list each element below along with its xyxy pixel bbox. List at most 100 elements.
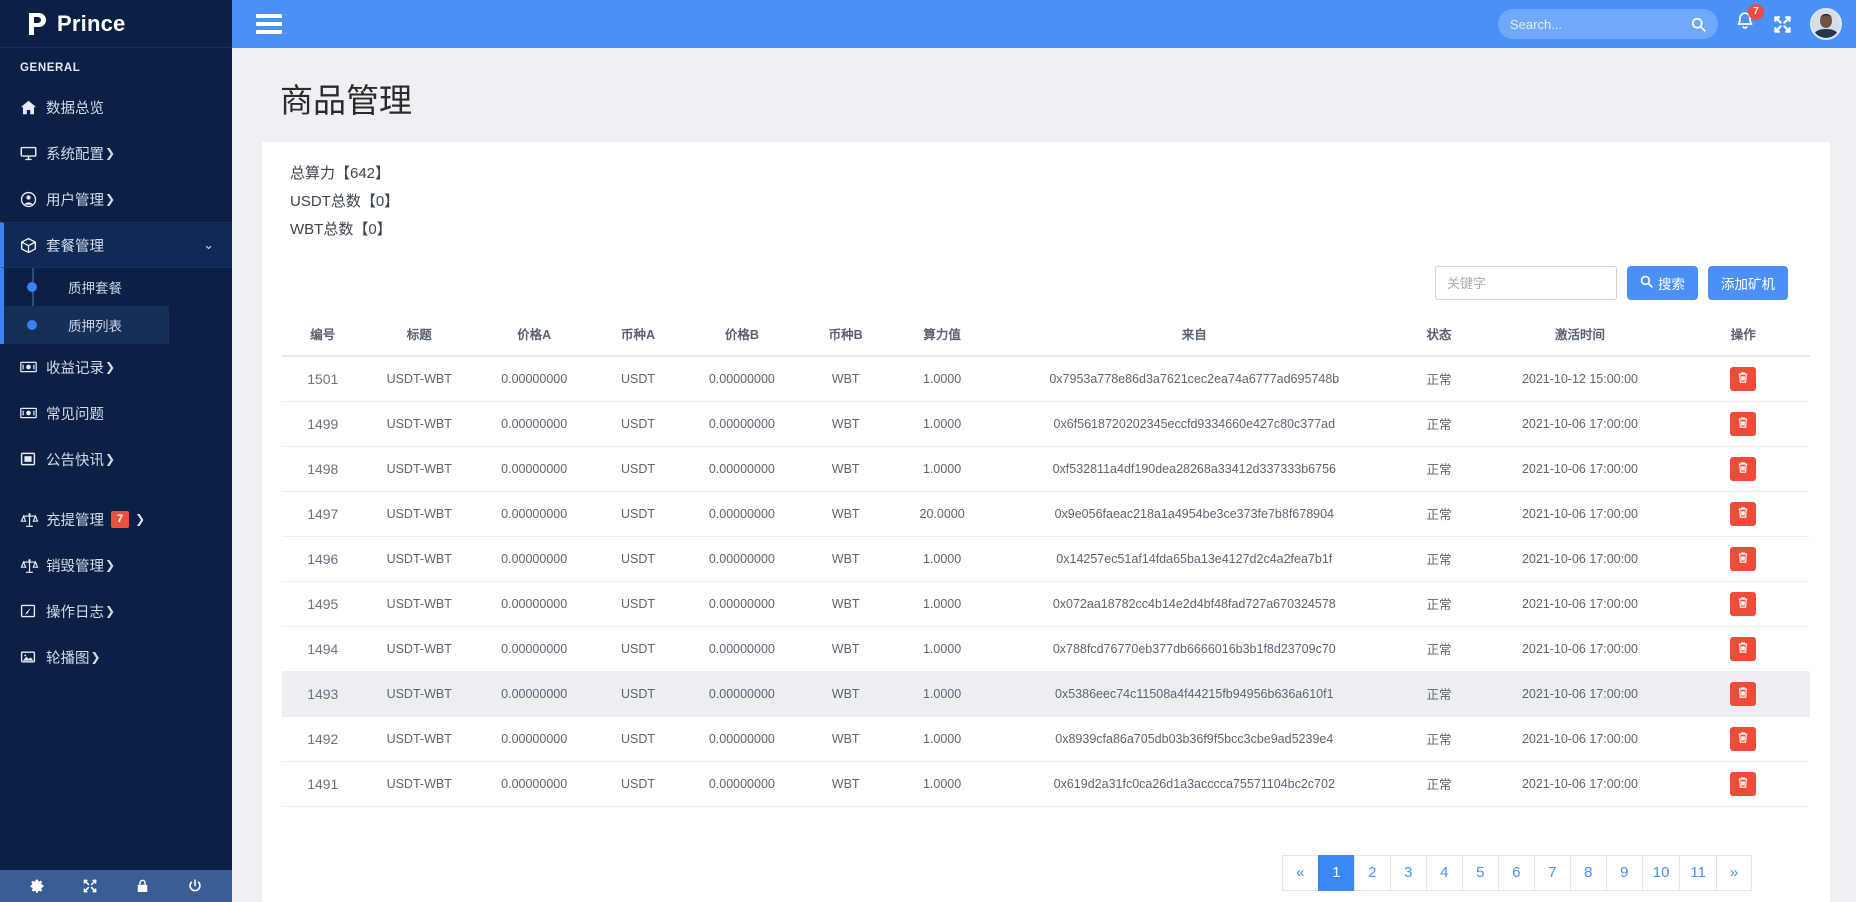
cell-status: 正常 [1395, 761, 1484, 806]
pagination-page-6[interactable]: 6 [1498, 855, 1534, 891]
sidebar-item-faq[interactable]: 常见问题 [0, 390, 232, 436]
table-row[interactable]: 1491 USDT-WBT 0.00000000 USDT 0.00000000… [282, 761, 1810, 806]
trash-icon [1737, 776, 1749, 792]
table-row[interactable]: 1495 USDT-WBT 0.00000000 USDT 0.00000000… [282, 581, 1810, 626]
square-icon [20, 451, 46, 467]
sidebar-subitem-label: 质押套餐 [68, 277, 122, 297]
notifications-button[interactable]: 7 [1735, 11, 1755, 37]
cell-coin-a: USDT [594, 716, 683, 761]
cell-coin-a: USDT [594, 356, 683, 401]
user-circle-icon [20, 191, 46, 208]
delete-row-button[interactable] [1730, 682, 1756, 706]
expand-icon[interactable] [82, 878, 98, 894]
sidebar-subitem-pledge-list[interactable]: 质押列表 [4, 306, 169, 344]
add-miner-button[interactable]: 添加矿机 [1708, 266, 1788, 300]
sidebar-item-user-management[interactable]: 用户管理 ❯ [0, 176, 232, 222]
pagination-page-8[interactable]: 8 [1570, 855, 1606, 891]
cell-hashrate: 1.0000 [890, 401, 994, 446]
pagination-page-10[interactable]: 10 [1642, 855, 1680, 891]
sidebar-item-announcements[interactable]: 公告快讯 ❯ [0, 436, 232, 482]
cell-price-a: 0.00000000 [475, 716, 594, 761]
sidebar-item-dashboard[interactable]: 数据总览 [0, 84, 232, 130]
image-icon [20, 649, 46, 665]
pagination-page-9[interactable]: 9 [1606, 855, 1642, 891]
cell-coin-b: WBT [801, 761, 890, 806]
delete-row-button[interactable] [1730, 772, 1756, 796]
pagination-prev[interactable]: « [1282, 855, 1318, 891]
table-row[interactable]: 1493 USDT-WBT 0.00000000 USDT 0.00000000… [282, 671, 1810, 716]
cell-coin-b: WBT [801, 581, 890, 626]
delete-row-button[interactable] [1730, 457, 1756, 481]
cell-operation [1676, 401, 1810, 446]
pagination-page-11[interactable]: 11 [1679, 855, 1716, 891]
fullscreen-expand-icon[interactable] [1772, 14, 1793, 35]
cell-id: 1497 [282, 491, 364, 536]
cell-activated: 2021-10-06 17:00:00 [1484, 536, 1677, 581]
delete-row-button[interactable] [1730, 502, 1756, 526]
sidebar-item-package-management[interactable]: 套餐管理 ⌄ [0, 222, 232, 268]
sidebar-item-destroy-management[interactable]: 销毁管理 ❯ [0, 542, 232, 588]
gear-icon[interactable] [29, 878, 45, 894]
pagination-page-3[interactable]: 3 [1390, 855, 1426, 891]
table-row[interactable]: 1492 USDT-WBT 0.00000000 USDT 0.00000000… [282, 716, 1810, 761]
table-row[interactable]: 1499 USDT-WBT 0.00000000 USDT 0.00000000… [282, 401, 1810, 446]
lock-icon[interactable] [135, 878, 150, 894]
cell-id: 1498 [282, 446, 364, 491]
pagination-page-7[interactable]: 7 [1534, 855, 1570, 891]
cell-coin-b: WBT [801, 536, 890, 581]
cell-hashrate: 20.0000 [890, 491, 994, 536]
table-row[interactable]: 1501 USDT-WBT 0.00000000 USDT 0.00000000… [282, 356, 1810, 401]
trash-icon [1737, 416, 1749, 432]
keyword-input[interactable] [1435, 266, 1617, 300]
cell-status: 正常 [1395, 716, 1484, 761]
hamburger-icon[interactable] [256, 14, 282, 34]
sidebar-subitem-pledge-package[interactable]: 质押套餐 [4, 268, 232, 306]
table-row[interactable]: 1496 USDT-WBT 0.00000000 USDT 0.00000000… [282, 536, 1810, 581]
sidebar-item-carousel[interactable]: 轮播图 ❯ [0, 634, 232, 680]
cell-from: 0x7953a778e86d3a7621cec2ea74a6777ad69574… [994, 356, 1395, 401]
pagination-next[interactable]: » [1716, 855, 1752, 891]
delete-row-button[interactable] [1730, 637, 1756, 661]
pagination-page-1[interactable]: 1 [1318, 855, 1354, 891]
sidebar-item-label: 销毁管理 [46, 555, 104, 576]
cell-status: 正常 [1395, 536, 1484, 581]
delete-row-button[interactable] [1730, 547, 1756, 571]
pagination-page-5[interactable]: 5 [1462, 855, 1498, 891]
avatar[interactable] [1810, 8, 1842, 40]
table-row[interactable]: 1497 USDT-WBT 0.00000000 USDT 0.00000000… [282, 491, 1810, 536]
brand-logo[interactable]: Prince [0, 0, 232, 48]
delete-row-button[interactable] [1730, 592, 1756, 616]
box-icon [20, 237, 46, 254]
search-icon[interactable] [1691, 17, 1706, 32]
cell-title: USDT-WBT [364, 671, 475, 716]
column-header-price-b: 价格B [683, 318, 802, 356]
submenu-dot-icon [27, 320, 37, 330]
table-row[interactable]: 1494 USDT-WBT 0.00000000 USDT 0.00000000… [282, 626, 1810, 671]
cell-hashrate: 1.0000 [890, 671, 994, 716]
cell-title: USDT-WBT [364, 581, 475, 626]
search-box[interactable] [1498, 9, 1718, 39]
sidebar-item-system-config[interactable]: 系统配置 ❯ [0, 130, 232, 176]
delete-row-button[interactable] [1730, 412, 1756, 436]
cell-price-a: 0.00000000 [475, 671, 594, 716]
table-row[interactable]: 1498 USDT-WBT 0.00000000 USDT 0.00000000… [282, 446, 1810, 491]
trash-icon [1737, 731, 1749, 747]
cell-title: USDT-WBT [364, 356, 475, 401]
cell-coin-a: USDT [594, 626, 683, 671]
search-button[interactable]: 搜索 [1627, 266, 1698, 300]
pagination-page-4[interactable]: 4 [1426, 855, 1462, 891]
sidebar-item-label: 公告快讯 [46, 449, 104, 470]
sidebar-item-operation-log[interactable]: 操作日志 ❯ [0, 588, 232, 634]
money-icon [20, 360, 46, 374]
trash-icon [1737, 641, 1749, 657]
search-input[interactable] [1510, 17, 1691, 32]
sidebar-item-deposit-withdraw[interactable]: 充提管理 7 ❯ [0, 496, 232, 542]
chevron-right-icon: ❯ [91, 650, 101, 664]
cell-activated: 2021-10-06 17:00:00 [1484, 716, 1677, 761]
cell-operation [1676, 716, 1810, 761]
sidebar-item-earnings-record[interactable]: 收益记录 ❯ [0, 344, 232, 390]
delete-row-button[interactable] [1730, 367, 1756, 391]
delete-row-button[interactable] [1730, 727, 1756, 751]
power-icon[interactable] [187, 878, 203, 894]
pagination-page-2[interactable]: 2 [1354, 855, 1390, 891]
